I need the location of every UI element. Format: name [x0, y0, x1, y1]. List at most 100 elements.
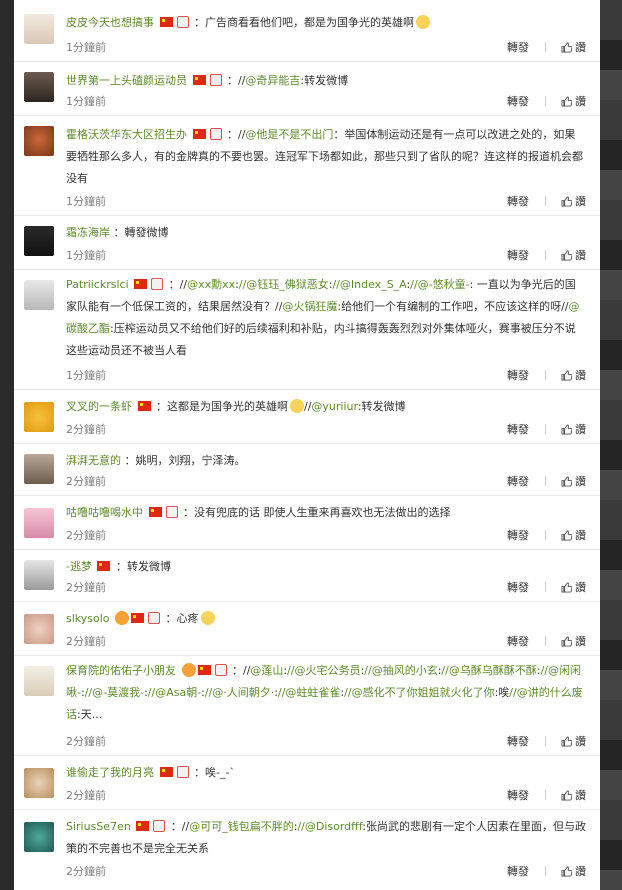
background-right	[600, 0, 622, 890]
mention-link[interactable]: @xx勳xx	[187, 278, 235, 291]
avatar[interactable]	[24, 614, 54, 644]
like-label: 讚	[575, 475, 586, 488]
avatar[interactable]	[24, 560, 54, 590]
flag-icon	[159, 767, 173, 777]
username[interactable]: 皮皮今天也想搞事	[66, 16, 154, 29]
mention-link[interactable]: @他是不是不出门	[245, 128, 333, 141]
username[interactable]: 世界第一上头磕颜运动员	[66, 74, 187, 87]
like-label: 讚	[575, 865, 586, 878]
avatar[interactable]	[24, 768, 54, 798]
like-button[interactable]: 讚	[561, 578, 586, 598]
username[interactable]: -逃梦	[66, 560, 92, 573]
repost-button[interactable]: 轉發	[507, 192, 529, 212]
timestamp: 2分鐘前	[66, 581, 106, 594]
like-button[interactable]: 讚	[561, 192, 586, 212]
mention-link[interactable]: @火锅狂魔	[282, 300, 337, 313]
repost-button[interactable]: 轉發	[507, 578, 529, 598]
repost-button[interactable]: 轉發	[507, 862, 529, 882]
like-label: 讚	[575, 529, 586, 542]
avatar[interactable]	[24, 454, 54, 484]
mention-link[interactable]: //@钰珏_佛狱恶女	[239, 278, 329, 291]
repost-button[interactable]: 轉發	[507, 92, 529, 112]
mention-link[interactable]: //@Asa朝-	[148, 686, 201, 699]
badge-icon	[209, 128, 222, 140]
like-button[interactable]: 讚	[561, 786, 586, 806]
mention-link[interactable]: //@·人间朝夕·	[205, 686, 274, 699]
mention-link[interactable]: @可可_钱包扁不胖的	[189, 820, 294, 833]
avatar[interactable]	[24, 280, 54, 310]
mention-link[interactable]: //@感化不了你姐姐就火化了你	[344, 686, 494, 699]
timestamp: 1分鐘前	[66, 41, 106, 54]
like-button[interactable]: 讚	[561, 420, 586, 440]
avatar[interactable]	[24, 508, 54, 538]
mention-link[interactable]: //@蛀蛀雀雀	[278, 686, 340, 699]
avatar[interactable]	[24, 126, 54, 156]
mention-link[interactable]: //@Index_S_A	[333, 278, 407, 291]
repost-button[interactable]: 轉發	[507, 420, 529, 440]
like-button[interactable]: 讚	[561, 732, 586, 752]
comment-text: :唉	[494, 686, 510, 699]
repost-button[interactable]: 轉發	[507, 786, 529, 806]
flag-icon	[137, 401, 151, 411]
repost-button[interactable]: 轉發	[507, 38, 529, 58]
username[interactable]: 咕噜咕噜喝水中	[66, 506, 143, 519]
timestamp: 2分鐘前	[66, 735, 106, 748]
avatar[interactable]	[24, 402, 54, 432]
username[interactable]: 叉叉的一条虾	[66, 400, 132, 413]
comment-text: ：//	[170, 820, 190, 833]
thumbs-up-icon	[561, 636, 572, 647]
mention-link[interactable]: @莲山	[250, 664, 283, 677]
mention-link[interactable]: //@-莫渡我-	[85, 686, 144, 699]
badge-icon	[151, 278, 164, 290]
like-button[interactable]: 讚	[561, 246, 586, 266]
like-button[interactable]: 讚	[561, 38, 586, 58]
avatar[interactable]	[24, 822, 54, 852]
divider	[544, 636, 546, 646]
repost-button[interactable]: 轉發	[507, 366, 529, 386]
avatar[interactable]	[24, 226, 54, 256]
like-button[interactable]: 讚	[561, 92, 586, 112]
emoji-icon	[290, 399, 304, 413]
username[interactable]: 霜冻海岸	[66, 226, 110, 239]
divider	[544, 96, 546, 106]
mention-link[interactable]: //@抽风的小玄	[364, 664, 437, 677]
flag-icon	[192, 75, 206, 85]
like-button[interactable]: 讚	[561, 632, 586, 652]
comment-text: ：广告商看看他们吧，都是为国争光的英雄啊	[194, 16, 414, 29]
comment-text: ：这都是为国争光的英雄啊	[156, 400, 288, 413]
badge-icon	[165, 506, 178, 518]
divider	[544, 476, 546, 486]
username[interactable]: slkysolo	[66, 612, 110, 625]
like-button[interactable]: 讚	[561, 472, 586, 492]
mention-link[interactable]: //@火宅公务员	[287, 664, 360, 677]
avatar[interactable]	[24, 666, 54, 696]
timestamp: 2分鐘前	[66, 789, 106, 802]
username[interactable]: 谁偷走了我的月亮	[66, 766, 154, 779]
username[interactable]: 湃湃无意的	[66, 454, 121, 467]
like-button[interactable]: 讚	[561, 526, 586, 546]
username[interactable]: 保育院的佑佑子小朋友	[66, 664, 176, 677]
avatar[interactable]	[24, 72, 54, 102]
mention-link[interactable]: @奇异能吉	[245, 74, 300, 87]
comment-item: slkysolo ：心疼 2分鐘前 轉發 讚	[14, 602, 600, 656]
flag-icon	[131, 613, 145, 623]
like-button[interactable]: 讚	[561, 862, 586, 882]
repost-button[interactable]: 轉發	[507, 526, 529, 546]
repost-button[interactable]: 轉發	[507, 246, 529, 266]
background-left	[0, 0, 14, 890]
repost-button[interactable]: 轉發	[507, 732, 529, 752]
mention-link[interactable]: //@-悠秋童-	[410, 278, 469, 291]
comment-text: ：唉-_-`	[194, 766, 235, 779]
username[interactable]: Patriickrslci	[66, 278, 129, 291]
thumbs-up-icon	[561, 96, 572, 107]
mention-link[interactable]: @yuriiur	[311, 400, 357, 413]
mention-link[interactable]: //@乌酥乌酥酥不酥	[441, 664, 536, 677]
username[interactable]: SiriusSe7en	[66, 820, 131, 833]
repost-button[interactable]: 轉發	[507, 472, 529, 492]
timestamp: 2分鐘前	[66, 529, 106, 542]
avatar[interactable]	[24, 14, 54, 44]
like-button[interactable]: 讚	[561, 366, 586, 386]
mention-link[interactable]: //@Disordfff	[297, 820, 362, 833]
repost-button[interactable]: 轉發	[507, 632, 529, 652]
username[interactable]: 霍格沃茨华东大区招生办	[66, 128, 187, 141]
